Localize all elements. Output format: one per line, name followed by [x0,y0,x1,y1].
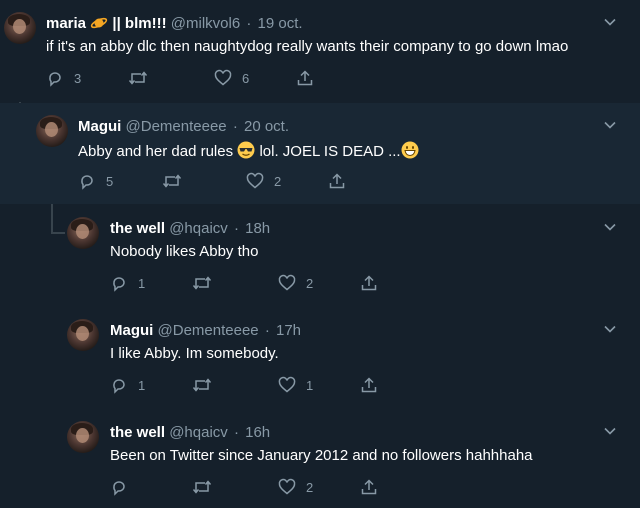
reply-button[interactable]: 5 [78,172,113,190]
reply-button[interactable]: 3 [46,69,81,87]
tweet-3[interactable]: the well @hqaicv · 18h Nobody likes Abby… [0,204,640,306]
share-button[interactable] [360,274,378,292]
retweet-button[interactable] [192,478,222,496]
like-count: 2 [306,479,314,495]
retweet-button[interactable] [192,376,222,394]
timestamp[interactable]: 17h [276,322,301,339]
like-button[interactable]: 2 [246,172,281,190]
display-name-badge: || blm!!! [112,15,167,32]
like-button[interactable]: 6 [214,69,249,87]
user-handle[interactable]: @Dementeeee [158,322,259,339]
share-button[interactable] [360,376,378,394]
retweet-button[interactable] [192,274,222,292]
reply-icon [81,175,93,190]
user-handle[interactable]: @hqaicv [169,424,228,441]
user-handle[interactable]: @hqaicv [169,220,228,237]
user-handle[interactable]: @Dementeeee [126,118,227,135]
timestamp[interactable]: 16h [245,424,270,441]
reply-icon [113,277,125,292]
reply-icon [49,72,61,87]
retweet-button[interactable] [162,172,192,190]
like-icon [246,172,264,189]
sunglasses-emoji [237,141,255,163]
reply-count: 5 [106,173,114,189]
share-button[interactable] [328,172,346,190]
like-icon [278,376,296,393]
chevron-down-icon[interactable] [603,424,617,438]
reply-icon [113,481,125,496]
like-count: 6 [242,70,250,86]
like-button[interactable]: 2 [278,274,313,292]
display-name[interactable]: maria [46,15,86,32]
tweet-text: if it's an abby dlc then naughtydog real… [46,38,569,55]
retweet-icon [192,276,212,290]
like-icon [278,274,296,291]
reply-button[interactable]: 1 [110,376,145,394]
retweet-icon [162,174,182,188]
planet-emoji [90,15,108,35]
user-handle[interactable]: @milkvol6 [171,15,240,32]
like-count: 2 [306,275,314,291]
tweet-4[interactable]: Magui @Dementeeee · 17h I like Abby. Im … [0,306,640,408]
share-icon [361,479,377,495]
reply-count: 1 [138,377,146,393]
reply-count: 1 [138,275,146,291]
like-icon [214,69,232,86]
tweet-5[interactable]: the well @hqaicv · 16h Been on Twitter s… [0,408,640,508]
retweet-button[interactable] [128,69,158,87]
tweet-1[interactable]: maria || blm!!! @milkvol6 · 19 oct. if i… [0,0,640,103]
display-name[interactable]: the well [110,424,165,441]
reply-button[interactable] [110,478,138,496]
tweet-text: Been on Twitter since January 2012 and n… [110,447,533,464]
reply-count: 3 [74,70,82,86]
share-icon [297,70,313,86]
display-name[interactable]: the well [110,220,165,237]
like-count: 1 [306,377,314,393]
chevron-down-icon[interactable] [603,322,617,336]
timestamp[interactable]: 18h [245,220,270,237]
tweet-text: Abby and her dad rules lol. JOEL IS DEAD… [78,141,419,163]
grinning-emoji [401,141,419,163]
chevron-down-icon[interactable] [603,220,617,234]
share-icon [329,173,345,189]
avatar[interactable] [4,12,36,44]
tweet-text: Nobody likes Abby tho [110,243,259,260]
chevron-down-icon[interactable] [603,15,617,29]
retweet-icon [192,378,212,392]
like-button[interactable]: 1 [278,376,313,394]
retweet-icon [128,71,148,85]
tweet-2[interactable]: Magui @Dementeeee · 20 oct. Abby and her… [0,103,640,204]
tweet-text: I like Abby. Im somebody. [110,345,279,362]
share-button[interactable] [296,69,314,87]
retweet-icon [192,480,212,494]
chevron-down-icon[interactable] [603,118,617,132]
avatar[interactable] [67,421,99,453]
avatar[interactable] [67,217,99,249]
reply-icon [113,379,125,394]
timestamp[interactable]: 20 oct. [244,118,289,135]
reply-button[interactable]: 1 [110,274,145,292]
avatar[interactable] [36,115,68,147]
display-name[interactable]: Magui [110,322,153,339]
display-name[interactable]: Magui [78,118,121,135]
like-icon [278,478,296,495]
share-icon [361,275,377,291]
timestamp[interactable]: 19 oct. [258,15,303,32]
share-button[interactable] [360,478,378,496]
like-button[interactable]: 2 [278,478,313,496]
like-count: 2 [274,173,282,189]
share-icon [361,377,377,393]
avatar[interactable] [67,319,99,351]
